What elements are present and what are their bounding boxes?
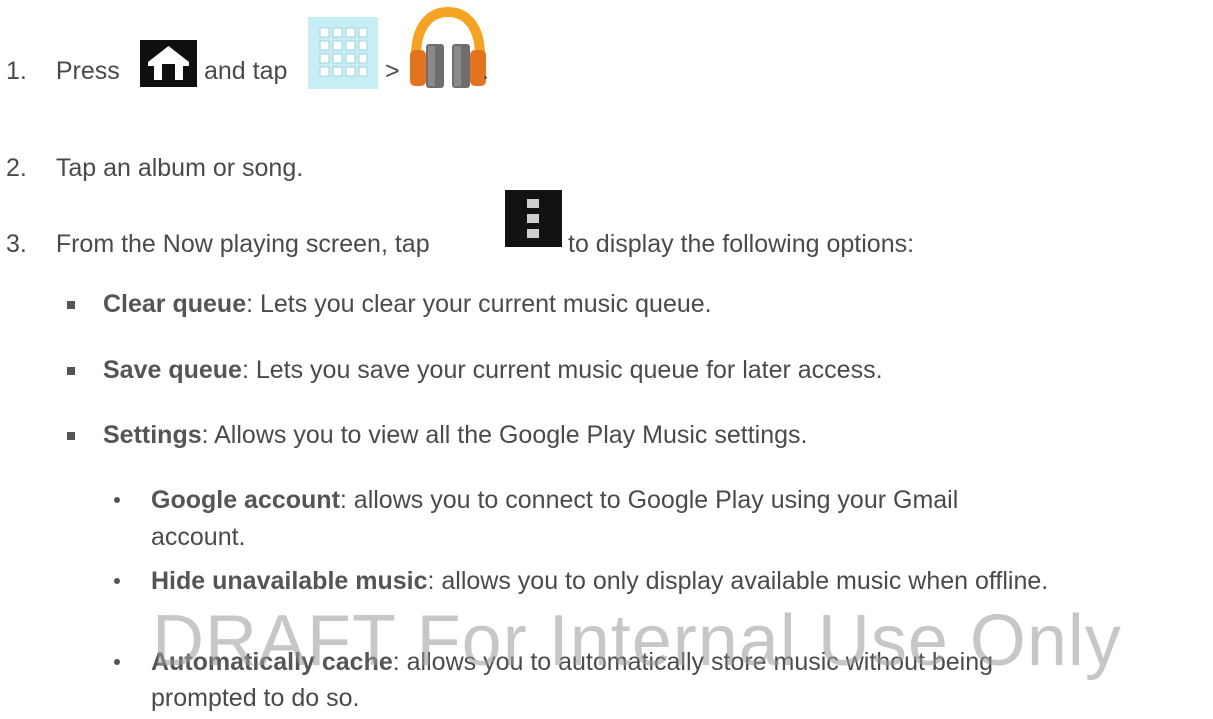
- step-number: 3.: [6, 230, 27, 258]
- play-music-headphones-icon: [410, 6, 486, 88]
- home-icon: [140, 40, 197, 87]
- square-bullet-icon: [67, 367, 75, 375]
- apps-grid-icon: [308, 17, 378, 89]
- round-bullet-icon: [114, 659, 120, 665]
- setting-desc: : allows you to connect to Google Play u…: [339, 486, 959, 514]
- round-bullet-icon: [114, 497, 120, 503]
- step-2: 2. Tap an album or song.: [6, 154, 303, 183]
- option-settings: Settings: Allows you to view all the Goo…: [103, 421, 807, 450]
- setting-term: Automatically cache: [151, 648, 393, 676]
- option-save-queue: Save queue: Lets you save your current m…: [103, 356, 883, 385]
- menu-icon: [505, 190, 562, 247]
- square-bullet-icon: [67, 301, 75, 309]
- option-desc: : Lets you save your current music queue…: [241, 356, 883, 384]
- setting-automatically-cache: Automatically cache: allows you to autom…: [151, 648, 993, 677]
- setting-desc-continued: account.: [151, 523, 246, 551]
- option-desc: : Allows you to view all the Google Play…: [201, 421, 808, 449]
- step-1: 1. Press: [6, 57, 120, 86]
- setting-google-account: Google account: allows you to connect to…: [151, 486, 958, 515]
- step-text: to display the following options:: [568, 230, 915, 258]
- step-text: Tap an album or song.: [55, 154, 304, 182]
- setting-hide-unavailable-music: Hide unavailable music: allows you to on…: [151, 567, 1048, 596]
- square-bullet-icon: [67, 432, 75, 440]
- setting-term: Google account: [151, 486, 340, 514]
- setting-desc: : allows you to automatically store musi…: [392, 648, 994, 676]
- step-text: and tap: [204, 57, 288, 85]
- step-number: 2.: [6, 154, 27, 182]
- setting-desc: : allows you to only display available m…: [427, 567, 1049, 595]
- setting-term: Hide unavailable music: [151, 567, 428, 595]
- option-term: Save queue: [103, 356, 242, 384]
- step-text: From the Now playing screen, tap: [55, 230, 430, 258]
- step-number: 1.: [6, 57, 27, 85]
- option-term: Clear queue: [103, 290, 247, 318]
- step-text: .: [482, 57, 489, 85]
- option-term: Settings: [103, 421, 202, 449]
- step-text: Press: [55, 57, 120, 85]
- round-bullet-icon: [114, 578, 120, 584]
- setting-desc-continued: prompted to do so.: [151, 684, 360, 712]
- option-clear-queue: Clear queue: Lets you clear your current…: [103, 290, 712, 319]
- step-3: 3. From the Now playing screen, tap: [6, 230, 430, 259]
- step-text: >: [385, 57, 400, 85]
- option-desc: : Lets you clear your current music queu…: [246, 290, 712, 318]
